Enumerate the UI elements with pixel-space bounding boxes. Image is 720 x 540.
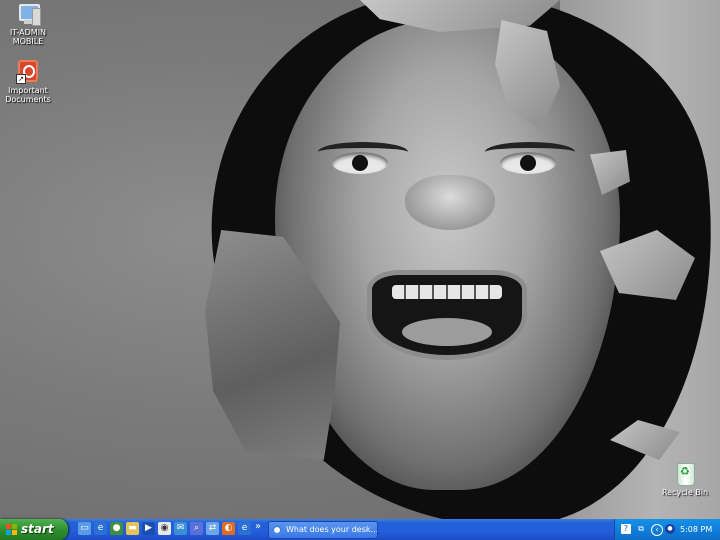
search-icon[interactable]: ⌕ <box>190 522 203 535</box>
start-button[interactable]: start <box>0 519 68 540</box>
desktop[interactable]: IT-ADMIN MOBILE ↗ Important Documents Re… <box>0 0 720 519</box>
recycle-bin-icon <box>673 462 697 486</box>
start-label: start <box>21 522 54 536</box>
windows-logo-icon <box>6 524 17 535</box>
quick-launch-overflow-button[interactable]: » <box>255 521 261 532</box>
network-status-icon[interactable]: ⧉ <box>636 524 646 534</box>
outlook-icon[interactable]: ✉ <box>174 522 187 535</box>
folder-icon[interactable]: ▬ <box>126 522 139 535</box>
help-icon[interactable]: ? <box>621 524 631 534</box>
my-computer-icon <box>16 2 41 26</box>
desktop-icon-important-documents[interactable]: ↗ Important Documents <box>0 60 56 104</box>
internet-explorer-icon[interactable]: e <box>94 522 107 535</box>
network-icon[interactable]: ⇄ <box>206 522 219 535</box>
antivirus-icon[interactable]: ● <box>665 524 675 534</box>
taskbar-window-button[interactable]: What does your desk... <box>268 521 378 539</box>
taskbar: start ▭ e ● ▬ ▶ ◉ ✉ ⌕ ⇄ ◐ e » What does … <box>0 519 720 540</box>
pdf-shortcut-icon: ↗ <box>16 60 40 84</box>
ie-icon[interactable]: e <box>238 522 251 535</box>
system-tray: ? ⧉ ‹ ● 5:08 PM <box>614 519 720 540</box>
firefox-icon[interactable]: ◐ <box>222 522 235 535</box>
media-icon[interactable]: ◉ <box>158 522 171 535</box>
desktop-icon-it-admin-mobile[interactable]: IT-ADMIN MOBILE <box>0 2 56 46</box>
messenger-icon[interactable]: ● <box>110 522 123 535</box>
windows-media-player-icon[interactable]: ▶ <box>142 522 155 535</box>
show-desktop-icon[interactable]: ▭ <box>78 522 91 535</box>
clock[interactable]: 5:08 PM <box>680 519 712 540</box>
desktop-icon-label: Important Documents <box>5 86 51 104</box>
taskbar-window-label: What does your desk... <box>286 525 378 534</box>
volume-icon[interactable]: ‹ <box>651 524 663 536</box>
desktop-icon-label: IT-ADMIN MOBILE <box>9 28 47 46</box>
desktop-icon-recycle-bin[interactable]: Recycle Bin <box>657 462 713 497</box>
desktop-icon-label: Recycle Bin <box>661 488 709 497</box>
browser-window-icon <box>272 525 282 535</box>
